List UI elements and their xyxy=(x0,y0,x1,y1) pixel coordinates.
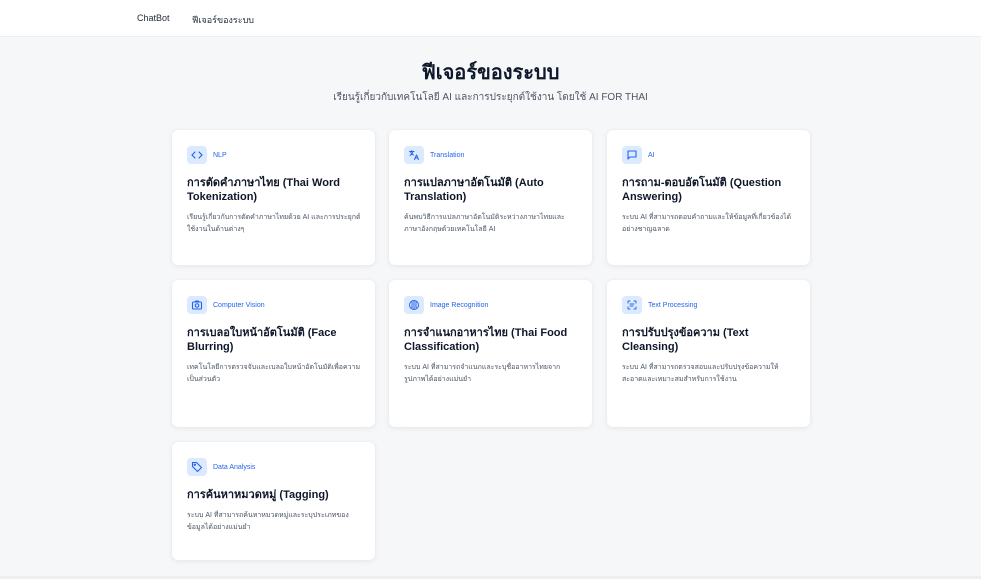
feature-card-computer-vision[interactable]: Computer Vision การเบลอใบหน้าอัตโนมัติ (… xyxy=(172,280,375,427)
card-category: Text Processing xyxy=(648,301,698,309)
page-subtitle: เรียนรู้เกี่ยวกับเทคโนโลยี AI และการประย… xyxy=(333,92,648,103)
nav-brand-link[interactable]: ChatBot xyxy=(137,13,170,23)
card-title: การค้นหาหมวดหมู่ (Tagging) xyxy=(187,489,329,501)
card-title: การจำแนกอาหารไทย (Thai Food Classificati… xyxy=(404,327,568,353)
feature-card-data-analysis[interactable]: Data Analysis การค้นหาหมวดหมู่ (Tagging)… xyxy=(172,442,375,560)
card-category: NLP xyxy=(213,151,227,159)
card-description: ระบบ AI ที่สามารถตรวจสอบและปรับปรุงข้อคว… xyxy=(622,364,779,383)
card-description: ค้นพบวิธีการแปลภาษาอัตโนมัติระหว่างภาษาไ… xyxy=(404,214,565,233)
tag-icon xyxy=(187,458,207,476)
card-description: ระบบ AI ที่สามารถจำแนกและระบุชื่ออาหารไท… xyxy=(404,364,561,383)
feature-card-nlp[interactable]: NLP การตัดคำภาษาไทย (Thai Word Tokenizat… xyxy=(172,130,375,265)
feature-card-ai[interactable]: AI การถาม-ตอบอัตโนมัติ (Question Answeri… xyxy=(607,130,810,265)
text-scan-icon xyxy=(622,296,642,314)
translate-icon xyxy=(404,146,424,164)
feature-card-image-recognition[interactable]: Image Recognition การจำแนกอาหารไทย (Thai… xyxy=(389,280,592,427)
card-category: Computer Vision xyxy=(213,301,265,309)
card-title: การปรับปรุงข้อความ (Text Cleansing) xyxy=(622,327,749,353)
card-category: Data Analysis xyxy=(213,463,256,471)
top-navbar: ChatBot ฟีเจอร์ของระบบ xyxy=(0,0,981,37)
card-title: การถาม-ตอบอัตโนมัติ (Question Answering) xyxy=(622,177,782,203)
card-category: AI xyxy=(648,151,655,159)
card-title: การตัดคำภาษาไทย (Thai Word Tokenization) xyxy=(187,177,340,203)
code-icon xyxy=(187,146,207,164)
card-description: ระบบ AI ที่สามารถค้นหาหมวดหมู่และระบุประ… xyxy=(187,512,349,531)
card-description: เทคโนโลยีการตรวจจับและเบลอใบหน้าอัตโนมัต… xyxy=(187,364,361,383)
card-category: Image Recognition xyxy=(430,301,489,309)
page-title: ฟีเจอร์ของระบบ xyxy=(421,62,560,84)
card-category: Translation xyxy=(430,151,465,159)
camera-icon xyxy=(187,296,207,314)
nav-features-link[interactable]: ฟีเจอร์ของระบบ xyxy=(192,13,254,27)
feature-card-text-processing[interactable]: Text Processing การปรับปรุงข้อความ (Text… xyxy=(607,280,810,427)
card-title: การเบลอใบหน้าอัตโนมัติ (Face Blurring) xyxy=(187,327,337,353)
card-title: การแปลภาษาอัตโนมัติ (Auto Translation) xyxy=(404,177,544,203)
chat-bubble-icon xyxy=(622,146,642,164)
card-description: ระบบ AI ที่สามารถตอบคำถามและให้ข้อมูลที่… xyxy=(622,214,792,233)
feature-card-translation[interactable]: Translation การแปลภาษาอัตโนมัติ (Auto Tr… xyxy=(389,130,592,265)
aperture-icon xyxy=(404,296,424,314)
card-description: เรียนรู้เกี่ยวกับการตัดคำภาษาไทยด้วย AI … xyxy=(187,214,361,233)
